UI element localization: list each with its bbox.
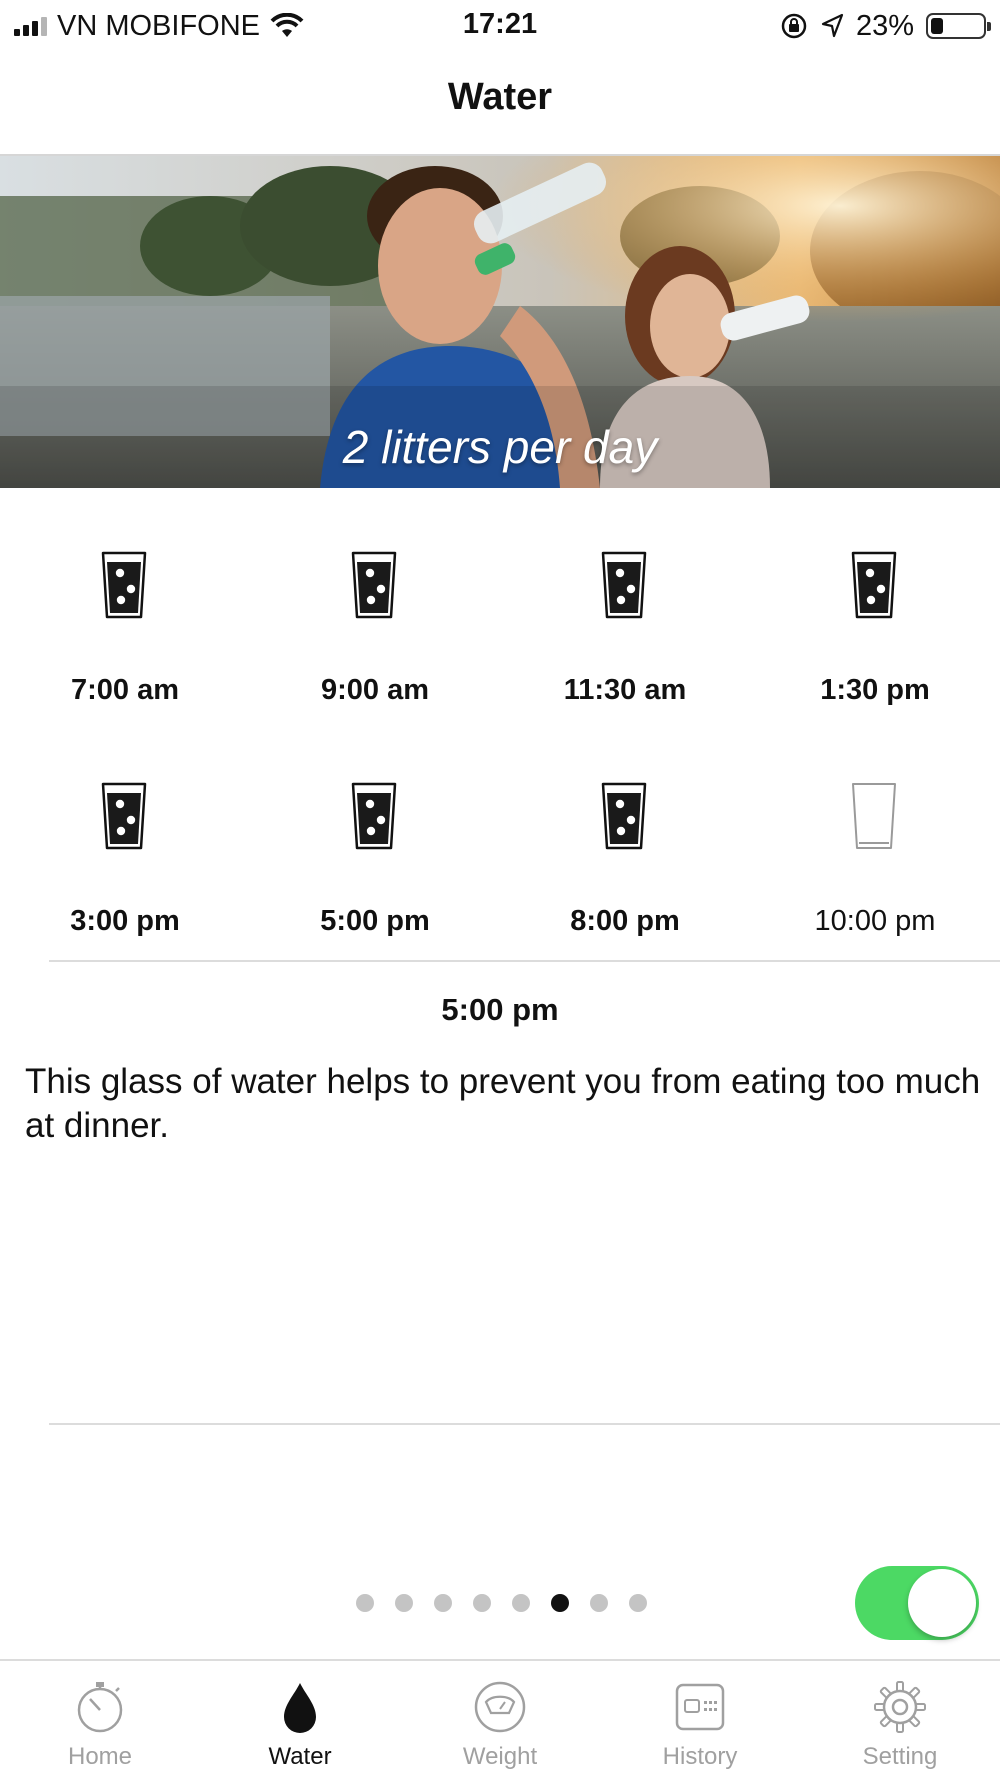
tab-history[interactable]: History — [600, 1661, 800, 1778]
tab-water[interactable]: Water — [200, 1661, 400, 1778]
status-right: 23% — [780, 8, 991, 44]
page-indicator[interactable] — [356, 1594, 647, 1612]
tab-label: Weight — [462, 1743, 538, 1770]
scale-icon — [472, 1679, 528, 1735]
glass-time-label: 3:00 pm — [70, 905, 180, 937]
selected-time: 5:00 pm — [441, 992, 559, 1027]
section-divider — [49, 960, 1000, 962]
tab-label: History — [662, 1743, 738, 1770]
filled-glass-icon — [850, 550, 898, 620]
glass-slot[interactable]: 7:00 am — [0, 540, 250, 770]
filled-glass-icon — [600, 550, 648, 620]
glass-time-label: 10:00 pm — [814, 905, 936, 937]
glass-slot[interactable]: 5:00 pm — [250, 771, 500, 1001]
glass-slot[interactable]: 1:30 pm — [750, 540, 1000, 770]
filled-glass-icon — [350, 781, 398, 851]
section-divider — [49, 1423, 1000, 1425]
glass-time-label: 9:00 am — [320, 674, 429, 706]
reminder-toggle[interactable] — [855, 1566, 979, 1640]
glass-time-label: 8:00 pm — [570, 905, 680, 937]
stopwatch-icon — [72, 1679, 128, 1735]
page-dot-active[interactable] — [551, 1594, 569, 1612]
page-dot[interactable] — [590, 1594, 608, 1612]
hero-banner: 2 litters per day — [0, 156, 1000, 488]
battery-level — [931, 18, 943, 34]
tab-weight[interactable]: Weight — [400, 1661, 600, 1778]
tab-label: Setting — [862, 1743, 938, 1770]
glass-slot[interactable]: 9:00 am — [250, 540, 500, 770]
filled-glass-icon — [100, 781, 148, 851]
tab-label: Water — [268, 1743, 332, 1770]
filled-glass-icon — [100, 550, 148, 620]
glass-time-label: 5:00 pm — [320, 905, 430, 937]
glass-slot[interactable]: 10:00 pm — [750, 771, 1000, 1001]
page-dot[interactable] — [434, 1594, 452, 1612]
tab-setting[interactable]: Setting — [800, 1661, 1000, 1778]
glass-slot[interactable]: 11:30 am — [500, 540, 750, 770]
calendar-history-icon — [672, 1679, 728, 1735]
location-arrow-icon — [821, 13, 844, 38]
tab-label: Home — [67, 1743, 133, 1770]
glass-slot[interactable]: 3:00 pm — [0, 771, 250, 1001]
page-dot[interactable] — [473, 1594, 491, 1612]
glass-slot[interactable]: 8:00 pm — [500, 771, 750, 1001]
gear-icon — [872, 1679, 928, 1735]
empty-glass-icon — [850, 781, 898, 851]
page-dot[interactable] — [512, 1594, 530, 1612]
filled-glass-icon — [350, 550, 398, 620]
toggle-knob — [908, 1569, 976, 1637]
tab-bar: Home Water Weight History Setting — [0, 1659, 1000, 1778]
page-title: Water — [447, 76, 553, 118]
glass-time-label: 11:30 am — [563, 674, 687, 706]
rotation-lock-icon — [781, 13, 807, 39]
status-bar: VN MOBIFONE 17:21 23% — [0, 0, 1000, 52]
page-dot[interactable] — [356, 1594, 374, 1612]
page-dot[interactable] — [395, 1594, 413, 1612]
glass-time-label: 7:00 am — [70, 674, 179, 706]
glass-time-label: 1:30 pm — [820, 674, 930, 706]
battery-percent: 23% — [855, 9, 914, 42]
tip-description: This glass of water helps to prevent you… — [25, 1062, 981, 1145]
battery-icon — [926, 13, 991, 39]
page-dot[interactable] — [629, 1594, 647, 1612]
water-drop-icon — [272, 1679, 328, 1735]
filled-glass-icon — [600, 781, 648, 851]
hero-caption: 2 litters per day — [342, 421, 658, 473]
tab-home[interactable]: Home — [0, 1661, 200, 1778]
